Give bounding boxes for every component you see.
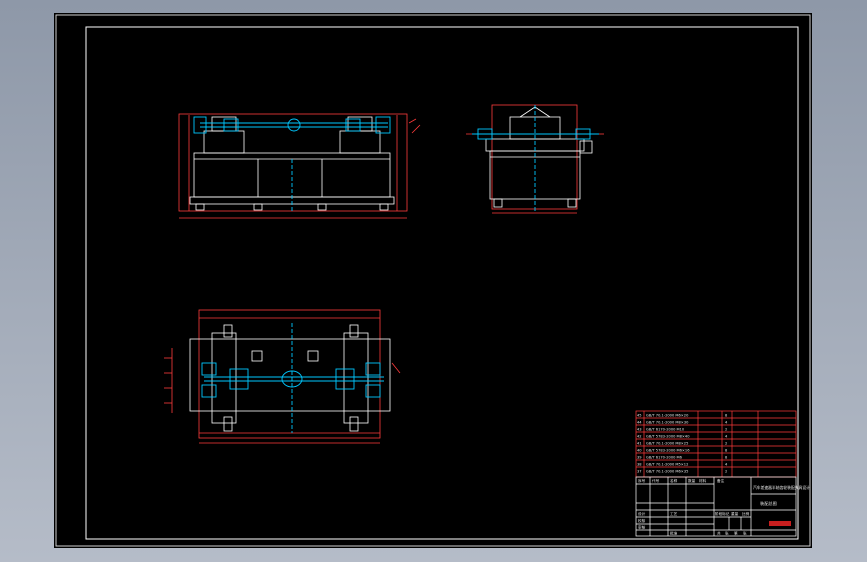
parts-row-name: GB/T 6170-2000 M6	[646, 456, 683, 460]
parts-row-name: GB/T 70.1-2000 M5×12	[646, 463, 688, 467]
sign-label: 校核	[638, 518, 646, 523]
drawing-title: 汽车差速器半轴齿轮装配夹具设计	[753, 485, 810, 490]
footer-label: 张	[743, 531, 747, 536]
footer-label: 张	[725, 531, 729, 536]
parts-row-name: GB/T 5783-2000 M6×16	[646, 449, 690, 453]
stage-label: 阶段标记	[715, 511, 730, 516]
parts-row-no: 37	[637, 470, 642, 474]
header-cell: 数量	[688, 478, 696, 483]
stamp-mark	[769, 521, 791, 526]
drawing-sheet: 45 GB/T 70.1-2000 M6×20 8 44 GB/T 70.1-2…	[54, 13, 812, 548]
parts-row-no: 38	[637, 463, 642, 467]
drawing-canvas: 45 GB/T 70.1-2000 M6×20 8 44 GB/T 70.1-2…	[55, 14, 811, 547]
parts-row-qty: 4	[725, 421, 728, 425]
parts-row-qty: 8	[725, 449, 728, 453]
parts-row-qty: 4	[725, 463, 728, 467]
parts-row-name: GB/T 70.1-2000 M8×30	[646, 421, 689, 425]
sheet-inner-border	[85, 26, 799, 540]
footer-label: 第	[734, 531, 738, 536]
parts-row-qty: 2	[725, 442, 727, 446]
parts-row-name: GB/T 70.1-2000 M6×35	[646, 470, 688, 474]
header-cell: 序号	[638, 478, 646, 483]
parts-row-name: GB/T 70.1-2000 M8×25	[646, 442, 688, 446]
parts-row-qty: 8	[725, 414, 728, 418]
parts-row-no: 40	[637, 449, 642, 453]
side-view	[466, 104, 604, 214]
header-cell: 代号	[652, 478, 660, 483]
parts-row-no: 43	[637, 428, 642, 432]
parts-row-name: GB/T 70.1-2000 M6×20	[646, 414, 689, 418]
parts-row-no: 41	[637, 442, 642, 446]
sign-label: 审核	[638, 525, 646, 530]
parts-row-qty: 4	[725, 435, 728, 439]
sign-label: 工艺	[670, 511, 678, 516]
parts-row-qty: 2	[725, 428, 727, 432]
stage-label: 重量	[731, 511, 739, 516]
sign-label: 批准	[670, 531, 678, 536]
front-view	[178, 113, 421, 219]
cad-viewport: 45 GB/T 70.1-2000 M6×20 8 44 GB/T 70.1-2…	[0, 0, 867, 562]
top-view	[164, 309, 401, 444]
drawing-name: 装配总图	[760, 500, 777, 507]
parts-row-qty: 2	[725, 470, 727, 474]
sheet-outer-border	[55, 14, 811, 547]
parts-row-no: 39	[637, 456, 642, 460]
header-cell: 材料	[699, 478, 707, 483]
title-block: 45 GB/T 70.1-2000 M6×20 8 44 GB/T 70.1-2…	[635, 410, 810, 537]
parts-row-qty: 8	[725, 456, 728, 460]
footer-label: 共	[717, 531, 721, 536]
parts-row-no: 45	[637, 414, 642, 418]
header-cell: 名称	[670, 478, 678, 483]
header-cell: 备注	[717, 478, 725, 483]
parts-row-no: 44	[637, 421, 642, 425]
parts-row-name: GB/T 6170-2000 M10	[646, 428, 685, 432]
parts-row-name: GB/T 5783-2000 M8×40	[646, 435, 690, 439]
stage-label: 比例	[742, 511, 750, 516]
sign-label: 设计	[638, 511, 646, 516]
parts-row-no: 42	[637, 435, 642, 439]
